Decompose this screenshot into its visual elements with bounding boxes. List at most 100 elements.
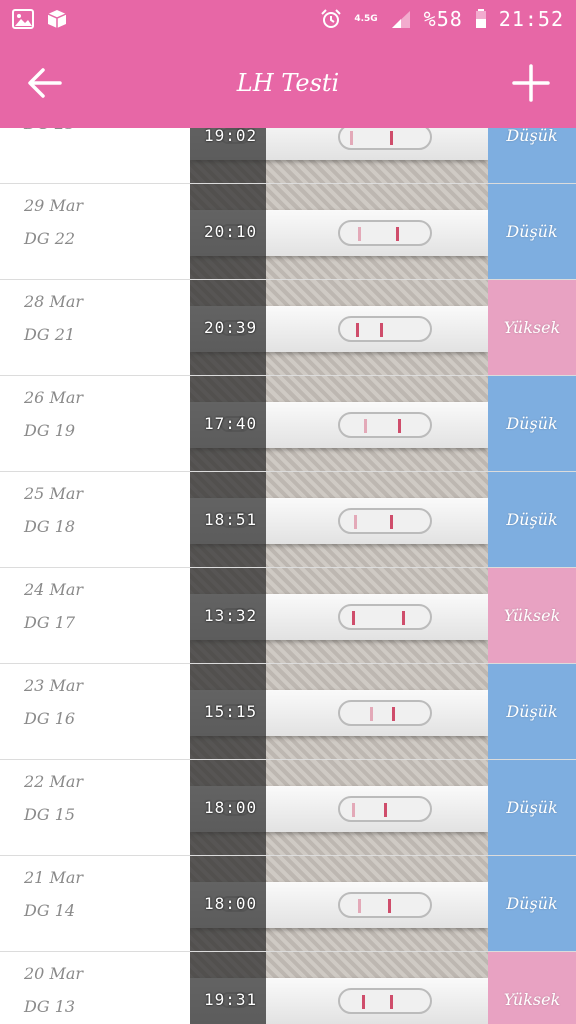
entry-cycle-day: DG 17	[24, 613, 76, 632]
list-item[interactable]: DG 23 19:02 Düşük	[0, 128, 576, 184]
list-item[interactable]: 25 Mar DG 18 18:51 Düşük	[0, 472, 576, 568]
control-line	[388, 899, 391, 913]
test-line	[362, 995, 365, 1009]
result-badge: Düşük	[488, 664, 576, 759]
list-item[interactable]: 24 Mar DG 17 13:32 Yüksek	[0, 568, 576, 664]
control-line	[384, 803, 387, 817]
test-strip-photo: 15:15	[190, 664, 488, 759]
test-line	[370, 707, 373, 721]
entry-cycle-day: DG 13	[24, 997, 76, 1016]
time-overlay	[190, 952, 266, 1024]
result-window	[338, 316, 432, 342]
test-strip-photo: 20:39	[190, 280, 488, 375]
entry-cycle-day: DG 14	[24, 901, 76, 920]
test-strip-photo: 18:51	[190, 472, 488, 567]
result-badge: Düşük	[488, 472, 576, 567]
entry-time: 17:40	[204, 414, 258, 433]
control-line	[392, 707, 395, 721]
result-badge: Yüksek	[488, 280, 576, 375]
entry-cycle-day: DG 22	[24, 229, 76, 248]
entry-time: 19:02	[204, 128, 258, 145]
entry-time: 18:51	[204, 510, 258, 529]
battery-percent: %58	[423, 7, 463, 31]
test-strip-photo: 20:10	[190, 184, 488, 279]
list-item[interactable]: 20 Mar DG 13 19:31 Yüksek	[0, 952, 576, 1024]
test-strip-photo: 19:31	[190, 952, 488, 1024]
result-badge: Yüksek	[488, 568, 576, 663]
entry-time: 15:15	[204, 702, 258, 721]
entry-date-block: 25 Mar DG 18	[0, 472, 190, 567]
entry-cycle-day: DG 15	[24, 805, 76, 824]
control-line	[390, 515, 393, 529]
entry-date: 24 Mar	[24, 580, 84, 599]
arrow-left-icon	[28, 68, 62, 98]
list-item[interactable]: 29 Mar DG 22 20:10 Düşük	[0, 184, 576, 280]
control-line	[398, 419, 401, 433]
test-strip-photo: 19:02	[190, 128, 488, 183]
list-item[interactable]: 23 Mar DG 16 15:15 Düşük	[0, 664, 576, 760]
entry-date-block: 21 Mar DG 14	[0, 856, 190, 951]
entry-date-block: 29 Mar DG 22	[0, 184, 190, 279]
entry-cycle-day: DG 21	[24, 325, 76, 344]
entry-date-block: 28 Mar DG 21	[0, 280, 190, 375]
result-badge: Düşük	[488, 128, 576, 183]
result-window	[338, 700, 432, 726]
network-type-label: 4.5G	[354, 13, 378, 24]
result-window	[338, 892, 432, 918]
entry-time: 19:31	[204, 990, 258, 1009]
test-line	[358, 227, 361, 241]
result-window	[338, 796, 432, 822]
result-window	[338, 412, 432, 438]
control-line	[390, 131, 393, 145]
battery-icon	[475, 9, 487, 29]
test-line	[350, 131, 353, 145]
entry-time: 18:00	[204, 894, 258, 913]
entry-cycle-day: DG 19	[24, 421, 76, 440]
result-window	[338, 604, 432, 630]
test-strip-photo: 17:40	[190, 376, 488, 471]
test-line	[354, 515, 357, 529]
result-badge: Düşük	[488, 856, 576, 951]
control-line	[380, 323, 383, 337]
entry-date: 22 Mar	[24, 772, 84, 791]
back-button[interactable]	[24, 62, 66, 104]
app-bar: LH Testi	[0, 38, 576, 128]
entry-date-block: 20 Mar DG 13	[0, 952, 190, 1024]
add-button[interactable]	[510, 62, 552, 104]
entry-date-block: 23 Mar DG 16	[0, 664, 190, 759]
result-badge: Yüksek	[488, 952, 576, 1024]
result-window	[338, 508, 432, 534]
list-item[interactable]: 21 Mar DG 14 18:00 Düşük	[0, 856, 576, 952]
list-item[interactable]: 26 Mar DG 19 17:40 Düşük	[0, 376, 576, 472]
lh-test-list[interactable]: DG 2319:02Düşük29 MarDG 2220:10Düşük28 M…	[0, 128, 576, 1024]
entry-time: 18:00	[204, 798, 258, 817]
clock: 21:52	[498, 7, 564, 31]
entry-time: 20:39	[204, 318, 258, 337]
entry-cycle-day: DG 18	[24, 517, 76, 536]
entry-date-block: 26 Mar DG 19	[0, 376, 190, 471]
status-bar: 4.5G %58 21:52	[0, 0, 576, 38]
test-line	[352, 803, 355, 817]
entry-date: 20 Mar	[24, 964, 84, 983]
list-item[interactable]: 28 Mar DG 21 20:39 Yüksek	[0, 280, 576, 376]
control-line	[402, 611, 405, 625]
entry-date-block: 22 Mar DG 15	[0, 760, 190, 855]
signal-icon	[390, 9, 412, 29]
image-icon	[12, 9, 34, 29]
page-title: LH Testi	[236, 69, 340, 97]
entry-cycle-day: DG 23	[24, 128, 190, 133]
test-line	[356, 323, 359, 337]
result-window	[338, 128, 432, 150]
plus-icon	[512, 64, 550, 102]
test-line	[358, 899, 361, 913]
test-strip-photo: 18:00	[190, 856, 488, 951]
control-line	[396, 227, 399, 241]
test-line	[364, 419, 367, 433]
entry-date: 29 Mar	[24, 196, 84, 215]
control-line	[390, 995, 393, 1009]
result-window	[338, 988, 432, 1014]
alarm-icon	[320, 9, 342, 29]
entry-cycle-day: DG 16	[24, 709, 76, 728]
entry-date: 25 Mar	[24, 484, 84, 503]
list-item[interactable]: 22 Mar DG 15 18:00 Düşük	[0, 760, 576, 856]
